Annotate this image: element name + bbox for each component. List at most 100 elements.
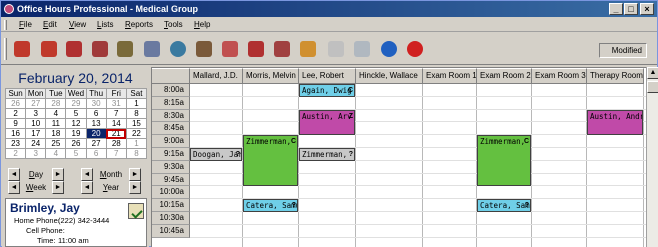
patients-list-button[interactable] [114, 38, 136, 60]
column-header[interactable]: Morris, Melvin [243, 68, 299, 84]
menu-tools[interactable]: Tools [164, 19, 183, 31]
edit-appointment-button[interactable] [38, 38, 60, 60]
calendar-day[interactable]: 26 [65, 138, 87, 149]
find-button[interactable] [297, 38, 319, 60]
calendar-day[interactable]: 2 [4, 148, 27, 159]
person-button[interactable] [141, 38, 163, 60]
calendar-button[interactable] [219, 38, 241, 60]
help-button[interactable] [378, 38, 400, 60]
column-header[interactable]: Therapy Room [587, 68, 644, 84]
calendar-day[interactable]: 8 [125, 108, 148, 119]
next-month-button[interactable]: ► [129, 168, 141, 181]
appointment-block[interactable]: Doogan, Jar? [190, 148, 242, 161]
appointment-block[interactable]: Austin, Arv Z [299, 109, 355, 136]
menu-help[interactable]: Help [194, 19, 210, 31]
calendar-day[interactable]: 15 [125, 118, 148, 129]
calendar-day[interactable]: 4 [45, 108, 67, 119]
minimize-button[interactable]: _ [609, 3, 623, 15]
group-button[interactable] [193, 38, 215, 60]
calendar-day[interactable]: 3 [25, 108, 47, 119]
column-header[interactable]: Exam Room 1 [423, 68, 477, 84]
calendar-day[interactable]: 13 [85, 118, 107, 129]
calendar-day[interactable]: 10 [25, 118, 47, 129]
prev-day-button[interactable]: ◄ [8, 168, 20, 181]
appointment-block[interactable]: Again, Dwig C [299, 84, 355, 97]
calendar-day[interactable]: 17 [25, 128, 47, 139]
delete-appointment-button[interactable] [63, 38, 85, 60]
column-header[interactable]: Exam Room 2 [477, 68, 532, 84]
appointment-block[interactable]: Zimmerman, C [243, 135, 298, 187]
next-day-button[interactable]: ► [52, 168, 64, 181]
calendar-day[interactable]: 21 [105, 128, 127, 139]
next-year-button[interactable]: ► [129, 181, 141, 194]
prev-month-button[interactable]: ◄ [81, 168, 93, 181]
title-bar[interactable]: Office Hours Professional - Medical Grou… [1, 1, 657, 17]
calendar-day[interactable]: 31 [105, 98, 127, 109]
new-appointment-button[interactable] [11, 38, 33, 60]
calendar-day[interactable]: 20 [85, 128, 107, 139]
calendar-day[interactable]: 22 [125, 128, 148, 139]
column-header[interactable]: Exam Room 3 [532, 68, 587, 84]
calendar-day[interactable]: 6 [85, 108, 107, 119]
calendar-day[interactable]: 7 [105, 108, 127, 119]
menu-edit[interactable]: Edit [43, 19, 57, 31]
appointment-patient: Austin, Andr [590, 111, 643, 121]
calendar-day[interactable]: 5 [65, 148, 87, 159]
close-button[interactable]: × [640, 3, 654, 15]
calendar-day[interactable]: 19 [65, 128, 87, 139]
next-week-button[interactable]: ► [52, 181, 64, 194]
calendar-day[interactable]: 26 [4, 98, 27, 109]
prev-week-button[interactable]: ◄ [8, 181, 20, 194]
calendar-day[interactable]: 16 [4, 128, 27, 139]
vertical-scrollbar[interactable]: ▲ [646, 67, 658, 247]
calendar-day[interactable]: 2 [4, 108, 27, 119]
menu-view[interactable]: View [69, 19, 86, 31]
calendar-day[interactable]: 11 [45, 118, 67, 129]
menu-file[interactable]: File [19, 19, 32, 31]
calendar-day[interactable]: 9 [4, 118, 27, 129]
globe-button[interactable] [167, 38, 189, 60]
document-button[interactable] [325, 38, 347, 60]
calendar-day[interactable]: 27 [25, 98, 47, 109]
calendar-day[interactable]: 28 [45, 98, 67, 109]
copy-button[interactable] [271, 38, 293, 60]
patient-button[interactable] [89, 38, 111, 60]
prev-year-button[interactable]: ◄ [81, 181, 93, 194]
appointment-block[interactable]: Catera, Samu? [243, 199, 298, 212]
column-header[interactable]: Mallard, J.D. [190, 68, 243, 84]
maximize-button[interactable]: □ [624, 3, 638, 15]
calendar-day[interactable]: 30 [85, 98, 107, 109]
calendar-day[interactable]: 28 [105, 138, 127, 149]
scroll-up-icon[interactable]: ▲ [647, 67, 658, 79]
schedule-grid[interactable]: Mallard, J.D. Morris, Melvin Lee, Robert Hi… [151, 67, 646, 247]
menu-lists[interactable]: Lists [97, 19, 113, 31]
column-header[interactable]: Lee, Robert [299, 68, 356, 84]
calendar-day[interactable]: 18 [45, 128, 67, 139]
appointment-block[interactable]: Austin, Andr [587, 109, 643, 136]
cancel-button[interactable] [404, 38, 426, 60]
move-button[interactable] [245, 38, 267, 60]
calendar-day[interactable]: 3 [25, 148, 47, 159]
calendar-day[interactable]: 1 [125, 98, 148, 109]
calendar-day[interactable]: 4 [45, 148, 67, 159]
calendar-day[interactable]: 6 [85, 148, 107, 159]
scroll-thumb[interactable] [647, 81, 658, 93]
calendar-day[interactable]: 1 [125, 138, 148, 149]
column-header[interactable]: Hinckle, Wallace [356, 68, 423, 84]
calendar-day[interactable]: 14 [105, 118, 127, 129]
calendar-day[interactable]: 25 [45, 138, 67, 149]
calendar-day[interactable]: 5 [65, 108, 87, 119]
appointment-block[interactable]: Zimmerman, C [477, 135, 531, 187]
appointment-block[interactable]: Catera, Samu? [477, 199, 531, 212]
calendar-day[interactable]: 8 [125, 148, 148, 159]
calendar-day[interactable]: 27 [85, 138, 107, 149]
calendar-day[interactable]: 29 [65, 98, 87, 109]
calendar-day[interactable]: 23 [4, 138, 27, 149]
appointment-block[interactable]: Zimmerman,? [299, 148, 355, 161]
report-button[interactable] [351, 38, 373, 60]
calendar-day[interactable]: 24 [25, 138, 47, 149]
calendar-day[interactable]: 7 [105, 148, 127, 159]
menu-reports[interactable]: Reports [125, 19, 153, 31]
edit-contact-icon[interactable] [128, 203, 144, 219]
calendar-day[interactable]: 12 [65, 118, 87, 129]
